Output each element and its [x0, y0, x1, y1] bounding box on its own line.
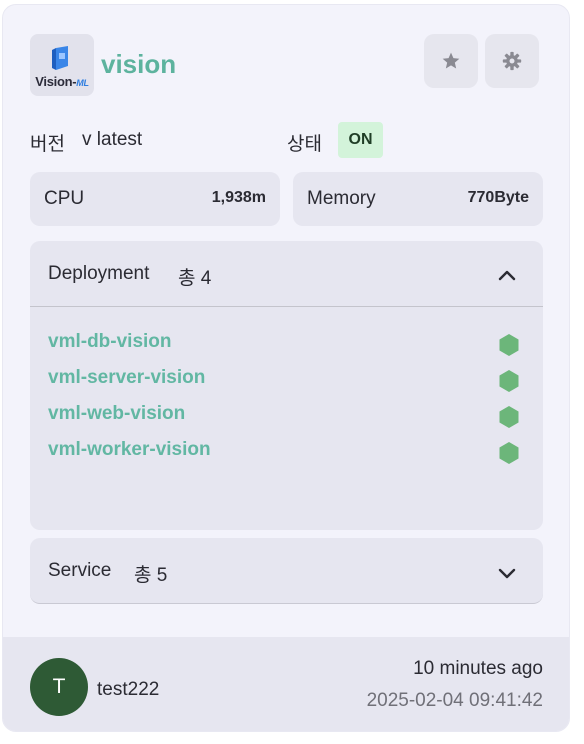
username: test222	[97, 679, 160, 700]
cpu-metric: CPU 1,938m	[30, 172, 280, 226]
service-panel: Service 총 5	[30, 538, 543, 604]
deployment-name[interactable]: vml-worker-vision	[48, 439, 211, 461]
deployment-count: 총 4	[178, 268, 212, 289]
version-label: 버전	[30, 134, 65, 155]
memory-metric: Memory 770Byte	[293, 172, 543, 226]
chevron-down-icon[interactable]	[495, 561, 519, 585]
deployment-item[interactable]: vml-db-vision	[48, 331, 528, 361]
hexagon-icon	[499, 442, 519, 464]
service-title: Service	[48, 560, 112, 581]
card-footer: T test222 10 minutes ago 2025-02-04 09:4…	[3, 637, 569, 731]
deployment-name[interactable]: vml-web-vision	[48, 403, 185, 425]
deployment-item[interactable]: vml-server-vision	[48, 367, 528, 397]
deployment-item[interactable]: vml-web-vision	[48, 403, 528, 433]
cpu-label: CPU	[44, 188, 85, 209]
cpu-value: 1,938m	[211, 189, 266, 206]
version-value: v latest	[82, 129, 143, 150]
timestamp: 2025-02-04 09:41:42	[366, 690, 543, 711]
deployment-panel: Deployment 총 4 vml-db-vision vml-server-…	[30, 241, 543, 530]
relative-time: 10 minutes ago	[413, 658, 543, 679]
gear-icon	[502, 51, 522, 71]
status-label: 상태	[287, 134, 322, 155]
status-badge: ON	[338, 122, 383, 158]
service-count: 총 5	[134, 565, 168, 586]
deployment-header[interactable]: Deployment 총 4	[30, 241, 543, 307]
settings-button[interactable]	[485, 34, 539, 88]
memory-value: 770Byte	[467, 189, 529, 206]
logo-text: Vision-ML	[35, 74, 89, 89]
favorite-button[interactable]	[424, 34, 478, 88]
memory-label: Memory	[307, 188, 376, 209]
avatar[interactable]: T	[30, 658, 88, 716]
cube-icon	[52, 46, 68, 70]
deployment-item[interactable]: vml-worker-vision	[48, 439, 528, 469]
deployment-name[interactable]: vml-db-vision	[48, 331, 172, 353]
deployment-title: Deployment	[48, 263, 150, 284]
deployment-name[interactable]: vml-server-vision	[48, 367, 205, 389]
hexagon-icon	[499, 406, 519, 428]
service-header[interactable]: Service 총 5	[30, 538, 543, 604]
star-icon	[442, 52, 460, 69]
project-card: Vision-ML vision 버전 v latest 상태 ON CPU 1…	[2, 4, 570, 732]
app-logo: Vision-ML	[30, 34, 94, 96]
chevron-up-icon[interactable]	[495, 264, 519, 288]
hexagon-icon	[499, 334, 519, 356]
app-name[interactable]: vision	[101, 49, 176, 80]
hexagon-icon	[499, 370, 519, 392]
